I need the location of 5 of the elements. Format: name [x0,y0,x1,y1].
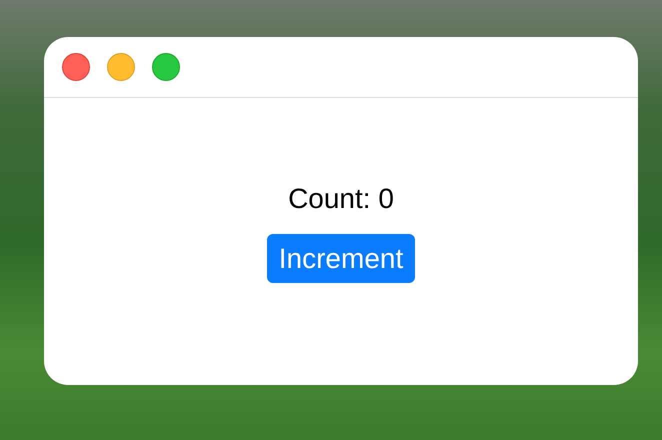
zoom-button[interactable] [152,53,180,81]
close-button[interactable] [62,53,90,81]
count-label: Count: 0 [288,183,394,215]
minimize-button[interactable] [107,53,135,81]
increment-button[interactable]: Increment [266,234,416,283]
